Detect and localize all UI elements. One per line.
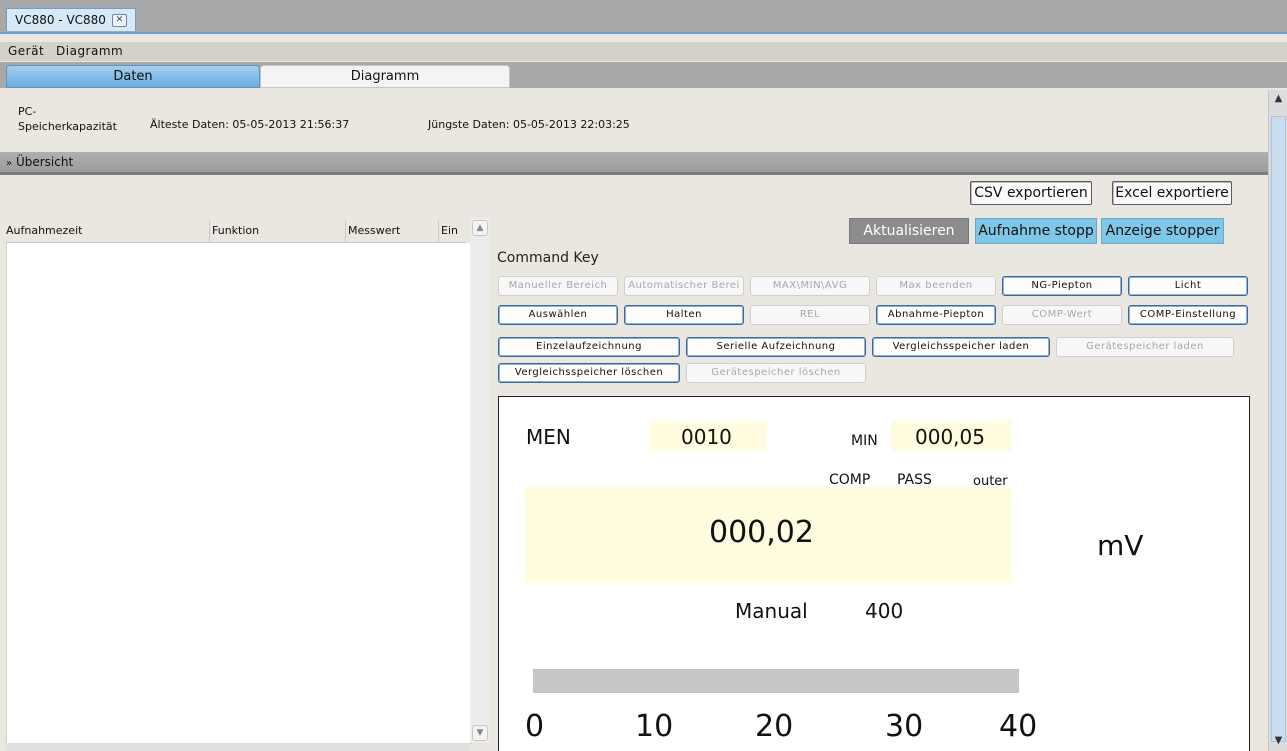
scroll-down-icon[interactable]: ▼ [1271, 734, 1286, 748]
document-tab-title: VC880 - VC880 [15, 13, 106, 27]
scale-label: 40 [999, 709, 1038, 744]
column-header-aufnahmezeit[interactable]: Aufnahmezeit [6, 224, 82, 237]
select-button[interactable]: Auswählen [498, 305, 618, 325]
scale-label: 30 [885, 709, 924, 744]
view-tabs: Daten Diagramm [0, 62, 1287, 88]
newest-data-text: Jüngste Daten: 05-05-2013 22:03:25 [428, 118, 630, 131]
refresh-button[interactable]: Aktualisieren [849, 218, 969, 244]
clear-device-memory-button[interactable]: Gerätespeicher löschen [686, 363, 866, 383]
info-bar: PC- Speicherkapazität Älteste Daten: 05-… [0, 88, 1268, 152]
comp-setting-button[interactable]: COMP-Einstellung [1128, 305, 1248, 325]
scale-label: 20 [755, 709, 794, 744]
scale-label: 10 [635, 709, 674, 744]
column-header-messwert[interactable]: Messwert [348, 224, 400, 237]
serial-record-button[interactable]: Serielle Aufzeichnung [686, 337, 866, 357]
overview-header[interactable]: » Übersicht [0, 152, 1268, 175]
max-min-avg-button[interactable]: MAX\MIN\AVG [750, 276, 870, 296]
overview-label: Übersicht [15, 155, 74, 169]
oldest-data-text: Älteste Daten: 05-05-2013 21:56:37 [150, 118, 350, 131]
column-header-ein[interactable]: Ein [441, 224, 458, 237]
table-horizontal-scrollbar[interactable] [6, 743, 470, 751]
meter-display: MEN 0010 MIN 000,05 COMP PASS outer 000,… [498, 396, 1250, 751]
single-record-button[interactable]: Einzelaufzeichnung [498, 337, 680, 357]
main-value: 000,02 [709, 515, 814, 550]
table-vertical-scrollbar[interactable]: ▲ ▼ [470, 218, 490, 743]
min-value: 000,05 [915, 425, 985, 449]
record-stop-button[interactable]: Aufnahme stopp [975, 218, 1097, 244]
load-device-memory-button[interactable]: Gerätespeicher laden [1056, 337, 1234, 357]
pc-storage-label-line2: Speicherkapazität [18, 120, 117, 133]
document-tab-strip: VC880 - VC880 ✕ [0, 0, 1287, 34]
acceptance-beep-button[interactable]: Abnahme-Piepton [876, 305, 996, 325]
men-value: 0010 [681, 425, 732, 449]
column-divider [209, 220, 210, 242]
pass-label: PASS [897, 472, 932, 488]
column-divider [345, 220, 346, 242]
column-divider [438, 220, 439, 242]
scrollbar-thumb[interactable] [1271, 116, 1286, 742]
clear-compare-memory-button[interactable]: Vergleichsspeicher löschen [498, 363, 680, 383]
menu-geraet[interactable]: Gerät [8, 42, 44, 61]
pc-storage-label-line1: PC- [18, 105, 37, 118]
double-chevron-down-icon: » [6, 158, 13, 169]
scroll-up-icon[interactable]: ▲ [1271, 92, 1286, 106]
max-end-button[interactable]: Max beenden [876, 276, 996, 296]
main-vertical-scrollbar[interactable]: ▲ ▼ [1268, 90, 1287, 751]
display-stop-button[interactable]: Anzeige stopper [1101, 218, 1224, 244]
rel-button[interactable]: REL [750, 305, 870, 325]
manual-range-button[interactable]: Manueller Bereich [498, 276, 618, 296]
menu-diagramm[interactable]: Diagramm [56, 42, 123, 61]
min-label: MIN [851, 433, 878, 449]
auto-range-button[interactable]: Automatischer Berei [624, 276, 744, 296]
data-table-body[interactable] [6, 243, 472, 744]
scale-label: 0 [525, 709, 545, 744]
document-tab[interactable]: VC880 - VC880 ✕ [6, 8, 136, 31]
command-key-title: Command Key [497, 250, 599, 266]
hold-button[interactable]: Halten [624, 305, 744, 325]
range-value: 400 [865, 599, 904, 623]
men-label: MEN [526, 425, 571, 449]
tab-daten[interactable]: Daten [6, 65, 260, 88]
table-header: Aufnahmezeit Funktion Messwert Ein [6, 220, 466, 243]
csv-export-button[interactable]: CSV exportieren [970, 181, 1092, 205]
column-header-funktion[interactable]: Funktion [212, 224, 259, 237]
light-button[interactable]: Licht [1128, 276, 1248, 296]
scroll-down-icon[interactable]: ▼ [472, 725, 488, 741]
bargraph-track [533, 669, 1019, 693]
load-compare-memory-button[interactable]: Vergleichsspeicher laden [872, 337, 1050, 357]
close-icon[interactable]: ✕ [111, 14, 127, 27]
scroll-up-icon[interactable]: ▲ [472, 220, 488, 236]
menu-bar: Gerät Diagramm [0, 42, 1287, 61]
comp-value-button[interactable]: COMP-Wert [1002, 305, 1122, 325]
range-mode: Manual [735, 599, 808, 623]
comp-label: COMP [829, 472, 871, 488]
tab-diagramm[interactable]: Diagramm [260, 65, 510, 88]
unit-label: mV [1097, 529, 1144, 562]
ng-beep-button[interactable]: NG-Piepton [1002, 276, 1122, 296]
pc-storage-label: PC- Speicherkapazität [18, 104, 138, 134]
excel-export-button[interactable]: Excel exportiere [1112, 181, 1232, 205]
